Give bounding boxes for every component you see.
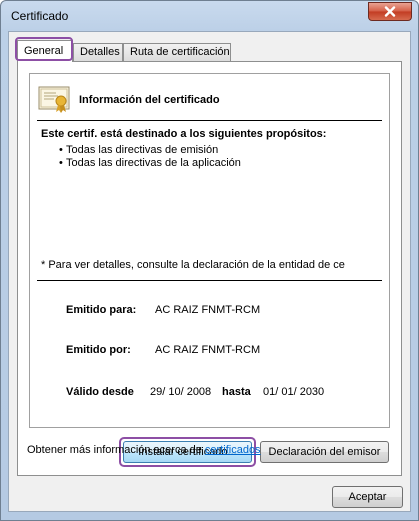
certificate-icon xyxy=(38,86,70,113)
close-icon xyxy=(384,6,396,17)
tab-general-highlight xyxy=(15,37,73,61)
purpose-item: • Todas las directivas de la aplicación xyxy=(59,157,241,169)
details-note: * Para ver detalles, consulte la declara… xyxy=(41,259,345,271)
purpose-text: Todas las directivas de emisión xyxy=(66,144,219,156)
issued-by-label: Emitido por: xyxy=(66,344,131,356)
more-info-prefix: Obtener más información acerca de xyxy=(27,444,205,456)
info-title: Información del certificado xyxy=(79,94,220,106)
title-bar[interactable]: Certificado xyxy=(1,1,418,31)
general-tab-panel: Información del certificado Este certif.… xyxy=(17,61,402,476)
tab-details[interactable]: Detalles xyxy=(73,43,123,61)
more-info-text: Obtener más información acerca de certif… xyxy=(27,444,261,456)
purpose-text: Todas las directivas de la aplicación xyxy=(66,157,241,169)
purpose-item: • Todas las directivas de emisión xyxy=(59,144,219,156)
certificate-info-box: Información del certificado Este certif.… xyxy=(29,73,390,428)
valid-to-label: hasta xyxy=(222,386,251,398)
issued-by-value: AC RAIZ FNMT-RCM xyxy=(155,344,261,356)
separator-top xyxy=(37,120,382,121)
certificates-link[interactable]: certificados xyxy=(205,444,261,456)
tab-details-label: Detalles xyxy=(80,46,120,58)
accept-button[interactable]: Aceptar xyxy=(332,486,403,508)
issued-to-label: Emitido para: xyxy=(66,304,137,316)
issuer-statement-button[interactable]: Declaración del emisor xyxy=(260,441,389,463)
valid-from-value: 29/ 10/ 2008 xyxy=(150,386,212,398)
bullet: • xyxy=(59,144,63,156)
separator-middle xyxy=(37,280,382,281)
tab-certification-path[interactable]: Ruta de certificación xyxy=(123,43,231,61)
purposes-heading: Este certif. está destinado a los siguie… xyxy=(41,128,327,140)
bullet: • xyxy=(59,157,63,169)
valid-to-value: 01/ 01/ 2030 xyxy=(263,386,325,398)
certificate-dialog: Certificado General Detalles Ruta de cer… xyxy=(0,0,419,521)
issued-to-value: AC RAIZ FNMT-RCM xyxy=(155,304,261,316)
close-button[interactable] xyxy=(368,2,412,21)
tab-certification-path-label: Ruta de certificación xyxy=(130,46,230,58)
valid-from-label: Válido desde xyxy=(66,386,134,398)
window-title: Certificado xyxy=(11,9,69,23)
dialog-client-area: General Detalles Ruta de certificación I… xyxy=(8,31,411,512)
